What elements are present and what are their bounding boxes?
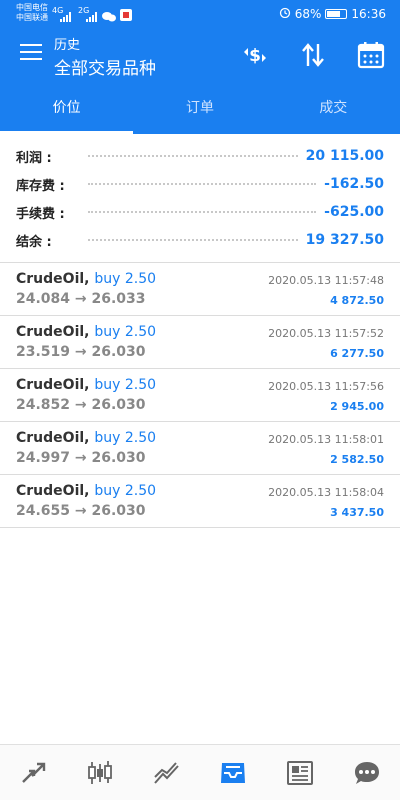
deal-header: CrudeOil, buy 2.50 <box>16 377 156 393</box>
tab-prices[interactable]: 价位 <box>0 80 134 134</box>
summary-value: -162.50 <box>324 176 384 192</box>
tab-orders-label: 订单 <box>185 100 214 116</box>
status-bar: 中国电信 中国联通 4G 2G 68% 16:36 <box>0 0 400 28</box>
deal-header: CrudeOil, buy 2.50 <box>16 324 156 340</box>
deal-header: CrudeOil, buy 2.50 <box>16 271 156 287</box>
status-right: 68% 16:36 <box>279 6 386 21</box>
deal-symbol: CrudeOil, <box>16 271 90 287</box>
calendar-icon[interactable] <box>356 40 386 70</box>
deal-profit: 2 582.50 <box>330 453 384 466</box>
deal-profit: 6 277.50 <box>330 347 384 360</box>
svg-text:$: $ <box>249 46 261 66</box>
list-item[interactable]: CrudeOil, buy 2.50 24.084 → 26.033 2020.… <box>0 263 400 316</box>
battery-percent: 68% <box>294 6 322 21</box>
summary-swap: 库存费 : -162.50 <box>0 170 400 198</box>
deal-side: buy 2.50 <box>94 271 157 287</box>
list-item[interactable]: CrudeOil, buy 2.50 24.997 → 26.030 2020.… <box>0 422 400 475</box>
deal-prices: 24.852 → 26.030 <box>16 397 146 413</box>
deal-symbol: CrudeOil, <box>16 324 90 340</box>
deal-prices: 23.519 → 26.030 <box>16 344 146 360</box>
deal-prices: 24.655 → 26.030 <box>16 503 146 519</box>
tab-deals-label: 成交 <box>319 100 348 116</box>
candlestick-chart-icon[interactable] <box>67 745 134 800</box>
list-item[interactable]: CrudeOil, buy 2.50 24.852 → 26.030 2020.… <box>0 369 400 422</box>
signal-icon-2 <box>86 7 100 26</box>
deal-symbol: CrudeOil, <box>16 430 90 446</box>
tab-prices-label: 价位 <box>52 100 81 116</box>
deal-symbol: CrudeOil, <box>16 377 90 393</box>
dotted-leader <box>88 211 317 213</box>
deal-time: 2020.05.13 11:58:04 <box>268 486 384 499</box>
tab-bar: 价位 订单 成交 <box>0 80 400 134</box>
deal-header: CrudeOil, buy 2.50 <box>16 483 156 499</box>
wechat-notification-icon <box>102 7 116 26</box>
signal-icon <box>60 7 74 26</box>
app-notification-icon <box>120 6 132 25</box>
tab-deals[interactable]: 成交 <box>267 80 400 134</box>
trade-arrows-icon[interactable] <box>0 745 67 800</box>
summary-profit: 利润 : 20 115.00 <box>0 142 400 170</box>
sort-arrows-icon[interactable] <box>298 40 328 70</box>
list-item[interactable]: CrudeOil, buy 2.50 23.519 → 26.030 2020.… <box>0 316 400 369</box>
deals-list: CrudeOil, buy 2.50 24.084 → 26.033 2020.… <box>0 263 400 528</box>
chat-icon[interactable] <box>333 745 400 800</box>
summary-label: 库存费 : <box>16 178 65 194</box>
summary-label: 手续费 : <box>16 206 65 222</box>
page-title[interactable]: 全部交易品种 <box>54 54 156 79</box>
deal-time: 2020.05.13 11:58:01 <box>268 433 384 446</box>
tab-orders[interactable]: 订单 <box>133 80 266 134</box>
deal-symbol: CrudeOil, <box>16 483 90 499</box>
list-item[interactable]: CrudeOil, buy 2.50 24.655 → 26.030 2020.… <box>0 475 400 528</box>
deal-time: 2020.05.13 11:57:52 <box>268 327 384 340</box>
summary-value: -625.00 <box>324 204 384 220</box>
deal-side: buy 2.50 <box>94 483 157 499</box>
news-icon[interactable] <box>267 745 334 800</box>
menu-icon[interactable] <box>20 44 42 62</box>
history-inbox-icon[interactable] <box>200 745 267 800</box>
deal-prices: 24.997 → 26.030 <box>16 450 146 466</box>
dotted-leader <box>88 239 298 241</box>
currency-sort-icon[interactable]: $ <box>240 40 270 70</box>
app-bar: 历史 全部交易品种 $ <box>0 28 400 80</box>
page-subtitle: 历史 <box>54 38 81 53</box>
summary-label: 结余 : <box>16 234 52 250</box>
summary-commission: 手续费 : -625.00 <box>0 198 400 226</box>
summary-label: 利润 : <box>16 150 52 166</box>
deal-time: 2020.05.13 11:57:56 <box>268 380 384 393</box>
deal-side: buy 2.50 <box>94 324 157 340</box>
dotted-leader <box>88 155 298 157</box>
bottom-nav <box>0 744 400 800</box>
deal-profit: 4 872.50 <box>330 294 384 307</box>
battery-icon <box>325 8 348 19</box>
deal-profit: 2 945.00 <box>330 400 384 413</box>
summary-value: 20 115.00 <box>305 148 384 164</box>
dotted-leader <box>88 183 317 185</box>
carrier-info: 中国电信 中国联通 <box>16 3 48 23</box>
carrier-2: 中国联通 <box>16 13 48 22</box>
alarm-icon <box>279 6 291 21</box>
summary-panel: 利润 : 20 115.00 库存费 : -162.50 手续费 : -625.… <box>0 142 400 254</box>
clock: 16:36 <box>351 6 386 21</box>
deal-header: CrudeOil, buy 2.50 <box>16 430 156 446</box>
summary-balance: 结余 : 19 327.50 <box>0 226 400 254</box>
deal-time: 2020.05.13 11:57:48 <box>268 274 384 287</box>
line-chart-icon[interactable] <box>133 745 200 800</box>
summary-value: 19 327.50 <box>305 232 384 248</box>
deal-side: buy 2.50 <box>94 430 157 446</box>
carrier-1: 中国电信 <box>16 3 48 12</box>
deal-side: buy 2.50 <box>94 377 157 393</box>
deal-profit: 3 437.50 <box>330 506 384 519</box>
deal-prices: 24.084 → 26.033 <box>16 291 146 307</box>
